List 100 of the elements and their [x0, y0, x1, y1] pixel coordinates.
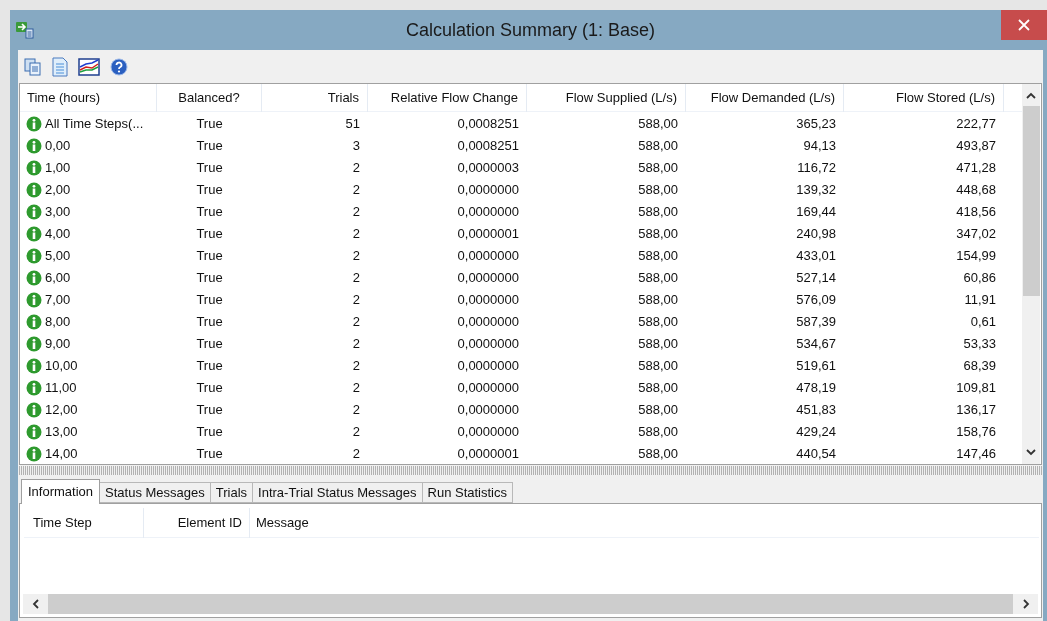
table-cell-text: 94,13 [802, 137, 837, 156]
info-icon [26, 292, 42, 308]
table-cell-text: 588,00 [637, 445, 679, 464]
scroll-right-icon[interactable] [1021, 599, 1030, 609]
table-cell-text: 3,00 [45, 203, 71, 222]
chart-icon[interactable] [78, 57, 100, 76]
close-button[interactable] [1001, 10, 1047, 40]
table-cell-text: 2 [351, 401, 361, 420]
splitter[interactable] [19, 466, 1042, 475]
table-cell-text: 0,0000000 [456, 401, 520, 420]
table-cell-text: 2 [351, 357, 361, 376]
help-icon[interactable] [110, 57, 128, 76]
table-cell-text: 588,00 [637, 115, 679, 134]
info-icon [26, 270, 42, 286]
table-cell-text: 3 [351, 137, 361, 156]
table-cell-text: 588,00 [637, 357, 679, 376]
table-cell-text: 519,61 [795, 357, 837, 376]
table-cell-text: True [195, 335, 224, 354]
table-cell-text: 2 [351, 269, 361, 288]
table-cell-text: 0,0000001 [456, 225, 520, 244]
table-cell-text: 1,00 [45, 159, 71, 178]
table-cell-text: 588,00 [637, 335, 679, 354]
window-title: Calculation Summary (1: Base) [404, 18, 657, 42]
table-cell-text: True [195, 291, 224, 310]
info-icon [26, 160, 42, 176]
table-cell-text: 14,00 [45, 445, 78, 464]
table-cell-text: 588,00 [637, 401, 679, 420]
table-cell-text: 0,0000000 [456, 423, 520, 442]
table-cell-text: 60,86 [962, 269, 997, 288]
table-cell-text: True [195, 423, 224, 442]
copy-icon[interactable] [24, 57, 42, 76]
info-icon [26, 138, 42, 154]
table-cell-text: 7,00 [45, 291, 71, 310]
tab[interactable]: Run Statistics [422, 482, 513, 503]
table-cell-text: 451,83 [795, 401, 837, 420]
table-cell-text: 448,68 [955, 181, 997, 200]
scroll-down-icon[interactable] [1026, 448, 1036, 456]
table-cell-text: 588,00 [637, 313, 679, 332]
info-icon [26, 226, 42, 242]
table-cell-text: 68,39 [962, 357, 997, 376]
column-header[interactable]: Flow Supplied (L/s) [527, 83, 686, 112]
column-header[interactable]: Balanced? [157, 83, 262, 112]
column-header[interactable]: Message [250, 507, 450, 538]
table-cell-text: All Time Steps(... [45, 115, 144, 134]
table-cell-text: 0,61 [969, 313, 997, 332]
table-cell-text: 588,00 [637, 203, 679, 222]
table-cell-text: 158,76 [955, 423, 997, 442]
table-cell-text: 136,17 [955, 401, 997, 420]
table-cell-text: True [195, 115, 224, 134]
table-cell-text: True [195, 357, 224, 376]
info-icon [26, 424, 42, 440]
table-cell-text: True [195, 379, 224, 398]
table-cell-text: 2 [351, 181, 361, 200]
scroll-left-icon[interactable] [31, 599, 40, 609]
column-header[interactable]: Flow Demanded (L/s) [686, 83, 844, 112]
column-header[interactable]: Flow Stored (L/s) [844, 83, 1004, 112]
tab[interactable]: Trials [210, 482, 254, 503]
table-cell-text: 0,0000000 [456, 247, 520, 266]
tab[interactable]: Information [21, 479, 101, 504]
table-cell-text: 2 [351, 379, 361, 398]
scrollbar-thumb[interactable] [1022, 106, 1040, 296]
tab[interactable]: Intra-Trial Status Messages [253, 482, 423, 503]
info-icon [26, 182, 42, 198]
table-cell-text: True [195, 137, 224, 156]
table-cell-text: 588,00 [637, 181, 679, 200]
table-cell-text: 588,00 [637, 159, 679, 178]
info-icon [26, 248, 42, 264]
table-cell-text: 0,0000000 [456, 203, 520, 222]
document-icon[interactable] [52, 56, 68, 77]
table-cell-text: 5,00 [45, 247, 71, 266]
table-cell-text: 471,28 [955, 159, 997, 178]
scroll-up-icon[interactable] [1026, 92, 1036, 100]
vertical-scrollbar[interactable] [1022, 84, 1040, 464]
table-cell-text: 51 [344, 115, 361, 134]
table-cell-text: 588,00 [637, 269, 679, 288]
table-cell-text: 2 [351, 335, 361, 354]
tab[interactable]: Status Messages [100, 482, 211, 503]
table-cell-text: 429,24 [795, 423, 837, 442]
info-icon [26, 446, 42, 462]
table-cell-text: 2 [351, 291, 361, 310]
table-cell-text: 0,0008251 [456, 137, 520, 156]
column-header[interactable]: Relative Flow Change [368, 83, 527, 112]
table-cell-text: 576,09 [795, 291, 837, 310]
table-cell-text: 418,56 [955, 203, 997, 222]
info-icon [26, 314, 42, 330]
info-icon [26, 204, 42, 220]
table-cell-text: True [195, 225, 224, 244]
table-cell-text: 109,81 [955, 379, 997, 398]
column-header[interactable]: Trials [262, 83, 368, 112]
table-cell-text: 10,00 [45, 357, 78, 376]
table-cell-text: 534,67 [795, 335, 837, 354]
table-cell-text: True [195, 181, 224, 200]
table-cell-text: 2 [351, 445, 361, 464]
column-header[interactable]: Time Step [24, 507, 144, 538]
table-cell-text: 9,00 [45, 335, 71, 354]
table-cell-text: 588,00 [637, 247, 679, 266]
table-cell-text: 11,00 [45, 379, 77, 398]
column-header[interactable]: Element ID [144, 507, 250, 538]
column-header[interactable]: Time (hours) [20, 83, 157, 112]
table-cell-text: 240,98 [795, 225, 837, 244]
